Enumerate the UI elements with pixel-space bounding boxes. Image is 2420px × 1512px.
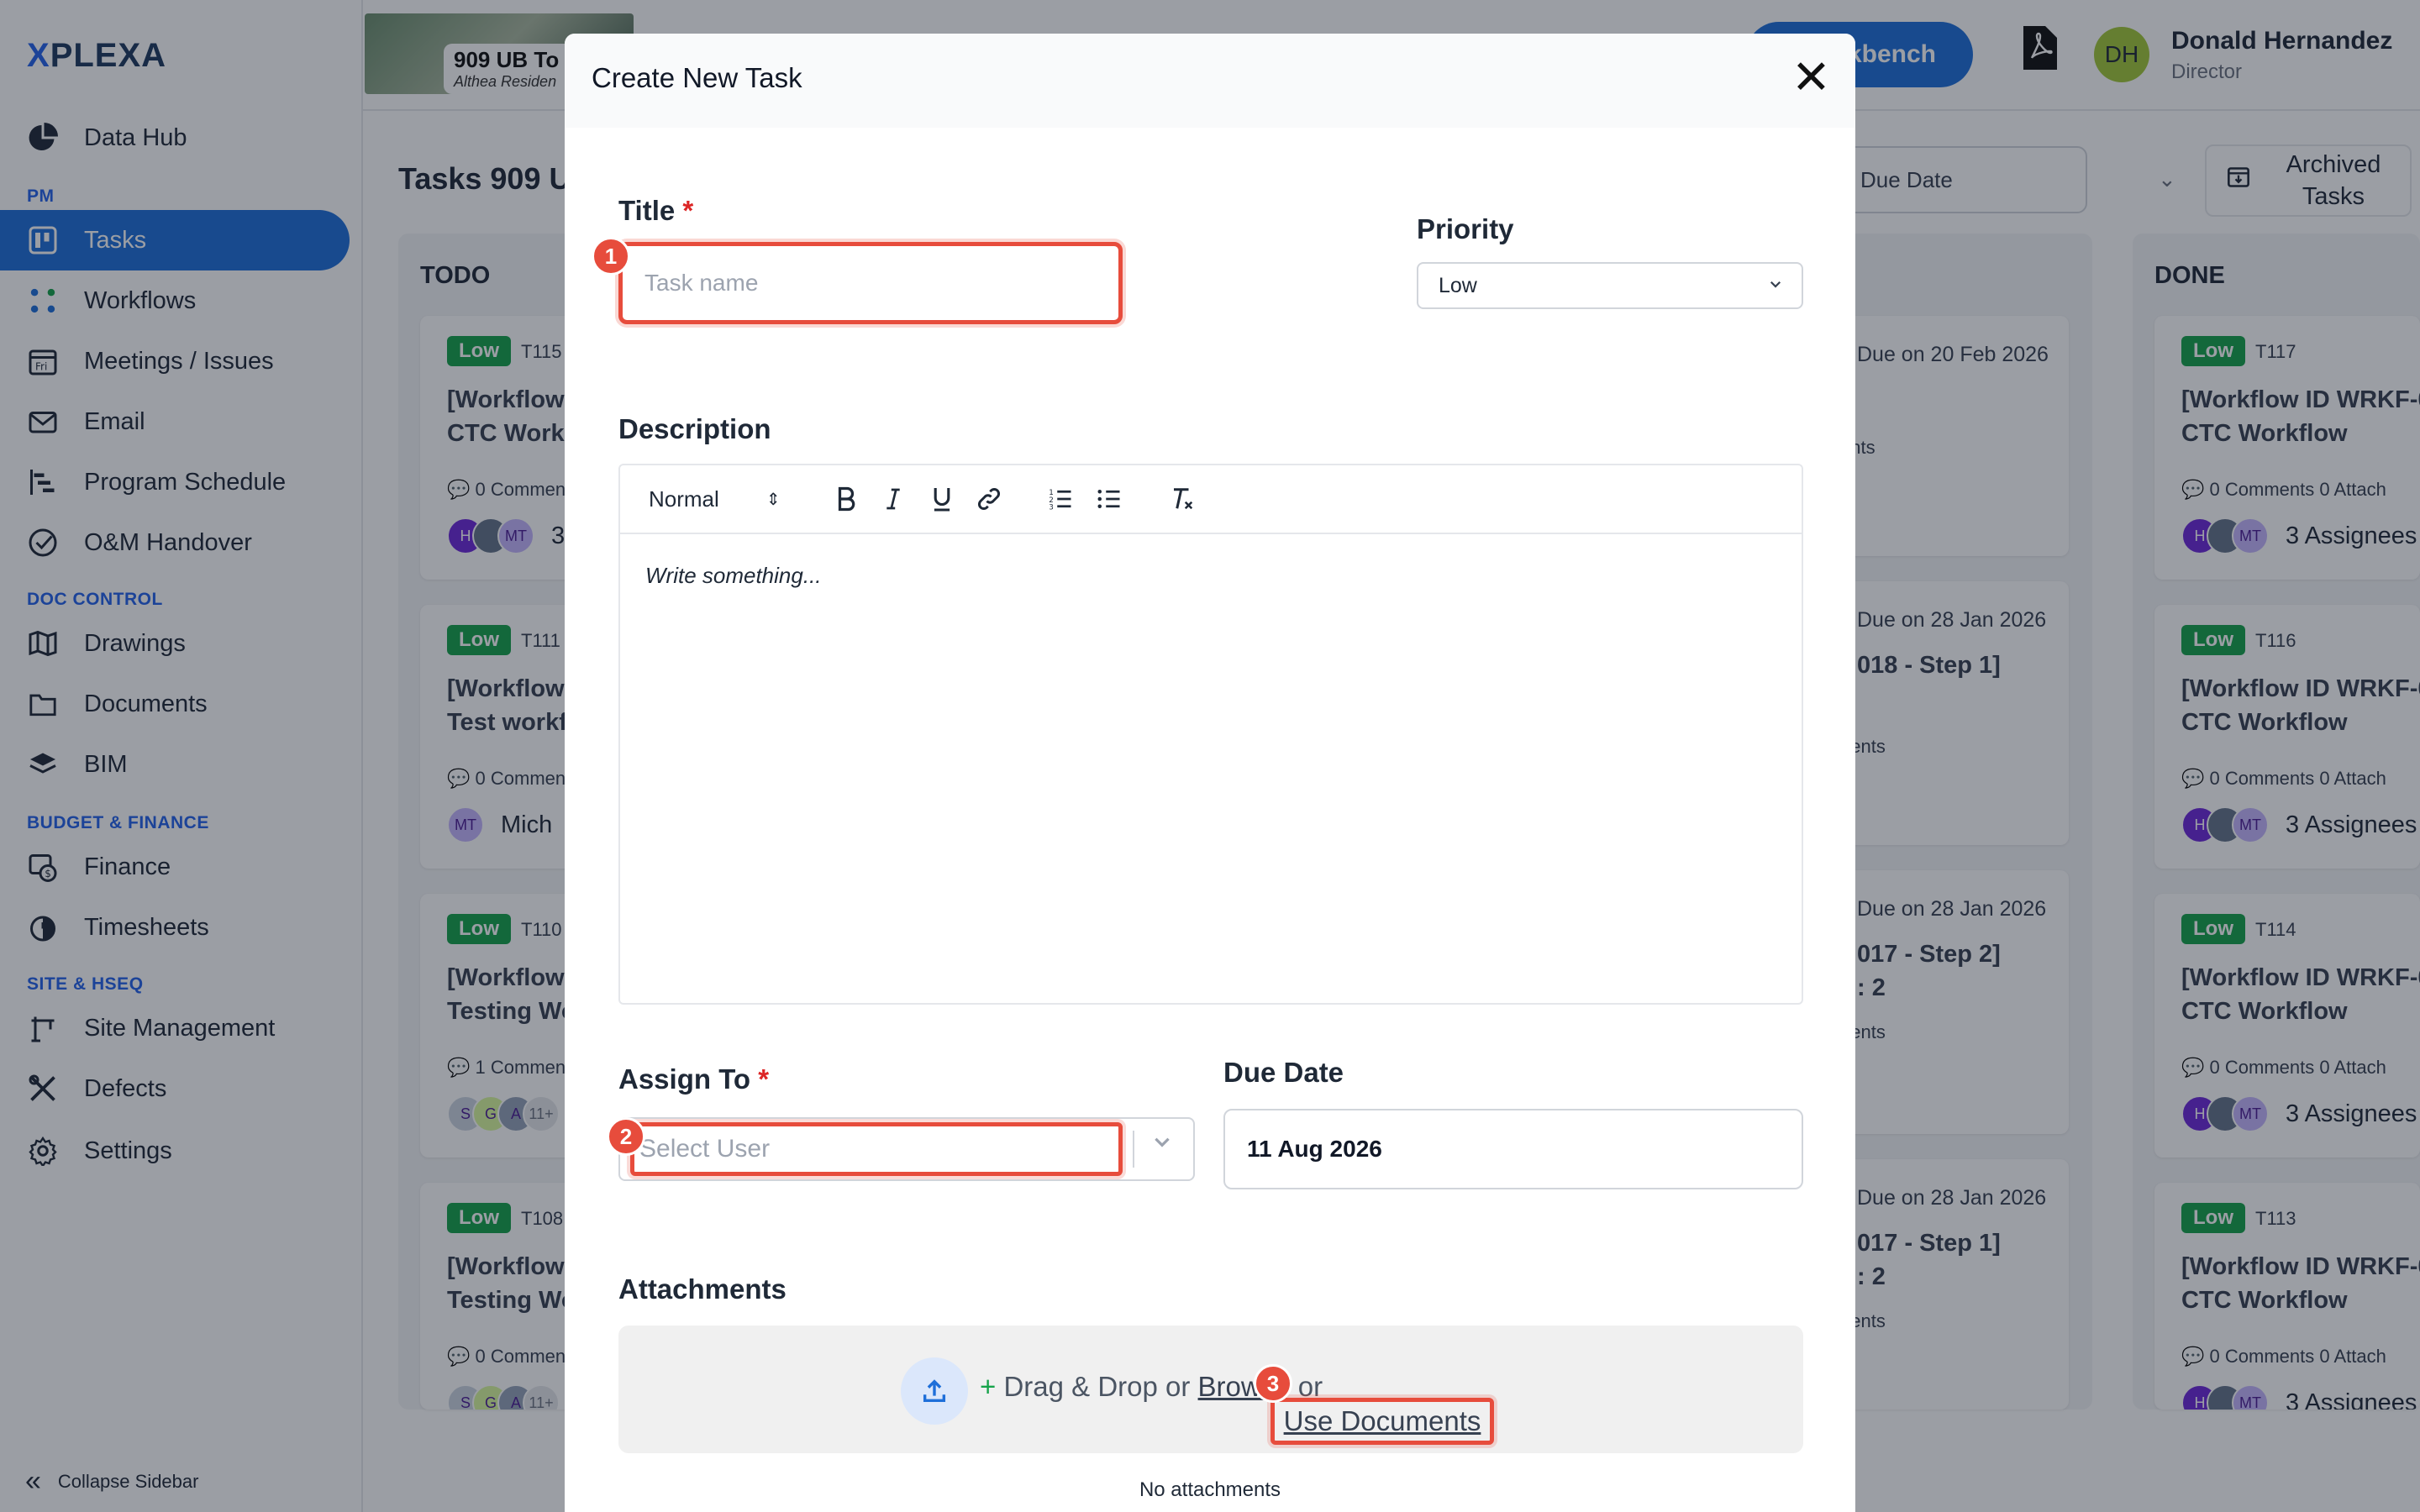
assign-user-input[interactable] (630, 1122, 1123, 1176)
due-date-input[interactable]: 11 Aug 2026 (1223, 1109, 1803, 1189)
step-marker-3: 3 (1254, 1364, 1292, 1403)
title-label: Title * (618, 195, 693, 227)
bullet-list-icon[interactable] (1096, 484, 1123, 514)
description-label: Description (618, 413, 771, 444)
editor-toolbar: Normal ⇕ 123 (620, 465, 1802, 534)
due-date-value: 11 Aug 2026 (1247, 1136, 1382, 1162)
modal-header: Create New Task ✕ (565, 34, 1855, 128)
chevron-down-icon (1768, 274, 1783, 297)
use-documents-link[interactable]: Use Documents (1270, 1398, 1494, 1445)
step-marker-1: 1 (592, 237, 630, 276)
assign-label-text: Assign To (618, 1063, 751, 1095)
bold-icon[interactable] (835, 484, 857, 514)
required-mark: * (758, 1063, 770, 1095)
priority-value: Low (1439, 273, 1477, 297)
drag-drop-text: Drag & Drop or (1003, 1371, 1191, 1402)
title-label-text: Title (618, 195, 676, 226)
underline-icon[interactable] (931, 484, 953, 514)
ordered-list-icon[interactable]: 123 (1047, 484, 1074, 514)
due-date-label: Due Date (1223, 1057, 1344, 1088)
clear-format-icon[interactable] (1170, 484, 1195, 514)
attachment-dropzone[interactable]: + Drag & Drop or Browse or (618, 1326, 1803, 1453)
updown-icon: ⇕ (765, 490, 781, 509)
plus-icon: + (980, 1371, 997, 1402)
modal-title: Create New Task (592, 62, 802, 93)
task-title-input[interactable] (618, 242, 1123, 324)
priority-select[interactable]: Low (1417, 262, 1803, 309)
format-select[interactable]: Normal ⇕ (649, 484, 781, 514)
no-attachments-text: No attachments (1139, 1478, 1281, 1501)
editor-placeholder: Write something... (645, 563, 822, 588)
attachments-label: Attachments (618, 1273, 786, 1305)
assign-label: Assign To * (618, 1063, 769, 1095)
use-documents-label: Use Documents (1283, 1405, 1481, 1436)
priority-label: Priority (1417, 213, 1514, 244)
required-mark: * (682, 195, 694, 226)
chevron-down-icon[interactable] (1151, 1131, 1173, 1159)
create-task-modal: Create New Task ✕ Title * 1 Priority Low… (565, 34, 1855, 1512)
upload-icon[interactable] (901, 1357, 968, 1425)
close-icon[interactable]: ✕ (1791, 54, 1831, 101)
description-editor[interactable]: Normal ⇕ 123 Write something... (618, 464, 1803, 1005)
select-separator (1133, 1131, 1134, 1168)
step-marker-2: 2 (607, 1117, 645, 1156)
format-value: Normal (649, 486, 719, 512)
italic-icon[interactable] (884, 484, 902, 514)
link-icon[interactable] (976, 484, 1002, 514)
svg-text:3: 3 (1049, 504, 1054, 512)
